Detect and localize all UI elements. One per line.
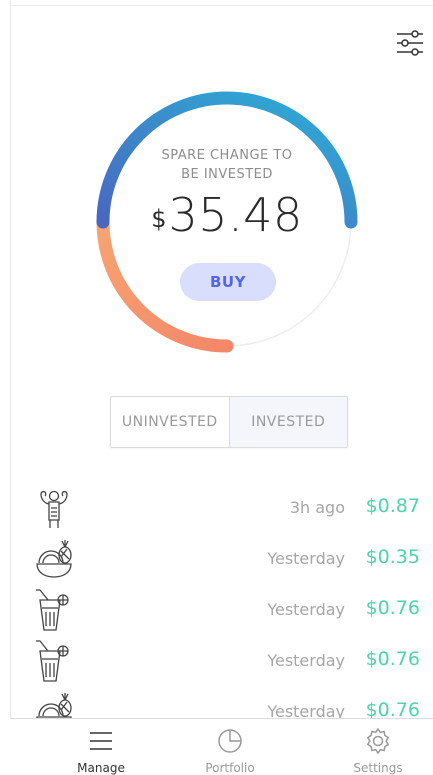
muscle-man-icon (40, 490, 68, 528)
spare-change-label: SPARE CHANGE TO BE INVESTED (93, 146, 361, 184)
transaction-amount: $0.87 (365, 495, 420, 517)
transaction-time: Yesterday (267, 651, 345, 670)
currency-symbol: $ (151, 205, 167, 233)
investment-tabs: UNINVESTED INVESTED (110, 396, 348, 448)
menu-icon (90, 732, 112, 750)
lemonade-icon (36, 640, 69, 682)
transaction-amount: $0.35 (365, 546, 420, 568)
nav-portfolio[interactable]: Portfolio (185, 719, 275, 775)
transaction-time: 3h ago (289, 498, 345, 517)
transaction-time: Yesterday (267, 549, 345, 568)
transaction-row[interactable]: Yesterday $0.76 (0, 588, 433, 636)
transaction-row[interactable]: Yesterday $0.76 (0, 639, 433, 687)
transaction-time: Yesterday (267, 600, 345, 619)
buy-button[interactable]: BUY (180, 263, 276, 301)
top-frame-edge (10, 5, 433, 6)
spare-change-label-line2: BE INVESTED (181, 167, 273, 182)
fruit-basket-icon (36, 540, 72, 578)
pie-chart-icon (218, 729, 242, 753)
spare-change-gauge: SPARE CHANGE TO BE INVESTED $35.48 BUY (93, 88, 361, 356)
transaction-amount: $0.76 (365, 648, 420, 670)
transaction-row[interactable]: Yesterday $0.35 (0, 537, 433, 585)
gear-icon (366, 727, 390, 755)
tab-invested[interactable]: INVESTED (229, 397, 347, 447)
tab-uninvested[interactable]: UNINVESTED (111, 397, 230, 447)
nav-manage[interactable]: Manage (56, 719, 146, 775)
spare-change-label-line1: SPARE CHANGE TO (161, 148, 293, 163)
bottom-navigation: Manage Portfolio Settings (10, 718, 433, 775)
sliders-icon (397, 30, 423, 56)
lemonade-icon (36, 589, 69, 631)
amount-value: 35.48 (168, 188, 303, 242)
filter-button[interactable] (394, 27, 426, 59)
transaction-amount: $0.76 (365, 597, 420, 619)
transaction-row[interactable]: 3h ago $0.87 (0, 486, 433, 534)
nav-settings[interactable]: Settings (333, 719, 423, 775)
spare-change-amount: $35.48 (93, 188, 361, 242)
